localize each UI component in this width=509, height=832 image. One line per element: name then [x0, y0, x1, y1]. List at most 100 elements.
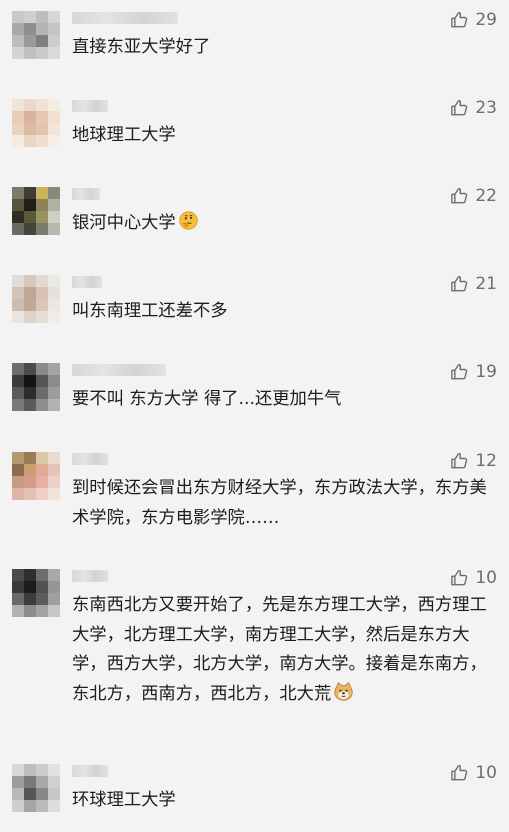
avatar-pixel — [12, 11, 24, 23]
avatar-pixel — [48, 363, 60, 375]
comment-text: 银河中心大学 — [72, 209, 488, 239]
avatar-pixel — [36, 464, 48, 476]
avatar-pixel — [36, 187, 48, 199]
username-blurred[interactable] — [72, 364, 166, 376]
avatar-pixel — [48, 35, 60, 47]
avatar-pixel — [48, 135, 60, 147]
avatar-pixel — [24, 211, 36, 223]
like-count: 10 — [475, 763, 497, 783]
avatar-pixel — [36, 47, 48, 59]
avatar[interactable] — [12, 99, 60, 147]
avatar-pixel — [48, 223, 60, 235]
avatar-pixel — [12, 569, 24, 581]
like-button[interactable]: 29 — [449, 8, 497, 32]
like-button[interactable]: 22 — [449, 184, 497, 208]
comment-text-content: 环球理工大学 — [72, 790, 176, 810]
like-button[interactable]: 21 — [449, 272, 497, 296]
comment-text: 要不叫 东方大学 得了...还更加牛气 — [72, 385, 488, 415]
comment-item[interactable]: 23 地球理工大学 — [0, 96, 509, 178]
comment-text-content: 地球理工大学 — [72, 125, 176, 145]
comment-item[interactable]: 12 到时候还会冒出东方财经大学，东方政法大学，东方美术学院，东方电影学院…… — [0, 449, 509, 549]
comment-item[interactable]: 29 直接东亚大学好了 — [0, 8, 509, 90]
like-button[interactable]: 10 — [449, 761, 497, 785]
comment-item[interactable]: 22 银河中心大学 — [0, 184, 509, 266]
avatar-pixel — [36, 123, 48, 135]
avatar-pixel — [12, 387, 24, 399]
avatar-pixel — [36, 399, 48, 411]
thumbs-up-icon — [449, 763, 475, 783]
username-blurred[interactable] — [72, 570, 108, 582]
thumbs-up-icon — [449, 568, 475, 588]
avatar[interactable] — [12, 275, 60, 323]
avatar-pixel — [12, 800, 24, 812]
comment-text: 直接东亚大学好了 — [72, 33, 488, 63]
thumbs-up-icon — [449, 186, 475, 206]
comment-text: 地球理工大学 — [72, 121, 488, 151]
avatar-pixel — [36, 375, 48, 387]
avatar-pixel — [36, 135, 48, 147]
avatar-pixel — [24, 299, 36, 311]
comment-item[interactable]: 21 叫东南理工还差不多 — [0, 272, 509, 354]
avatar[interactable] — [12, 363, 60, 411]
avatar-pixel — [36, 223, 48, 235]
avatar-pixel — [24, 387, 36, 399]
like-button[interactable]: 12 — [449, 449, 497, 473]
username-blurred[interactable] — [72, 765, 108, 777]
avatar-pixel — [36, 99, 48, 111]
avatar[interactable] — [12, 11, 60, 59]
avatar-pixel — [12, 211, 24, 223]
username-blurred[interactable] — [72, 188, 100, 200]
username-blurred[interactable] — [72, 276, 102, 288]
avatar-pixel — [36, 387, 48, 399]
avatar-pixel — [12, 464, 24, 476]
avatar-pixel — [36, 275, 48, 287]
avatar-pixel — [24, 287, 36, 299]
comment-item[interactable]: 10 东南西北方又要开始了，先是东方理工大学，西方理工大学，北方理工大学，南方理工… — [0, 566, 509, 736]
avatar-pixel — [48, 788, 60, 800]
avatar-pixel — [48, 23, 60, 35]
comment-text: 环球理工大学 — [72, 786, 488, 816]
avatar-pixel — [36, 211, 48, 223]
avatar-pixel — [12, 593, 24, 605]
avatar-pixel — [36, 11, 48, 23]
like-count: 23 — [475, 98, 497, 118]
avatar-pixel — [48, 776, 60, 788]
avatar-pixel — [48, 476, 60, 488]
avatar-pixel — [24, 776, 36, 788]
avatar-pixel — [24, 399, 36, 411]
comment-item[interactable]: 10 环球理工大学 — [0, 761, 509, 812]
avatar[interactable] — [12, 569, 60, 617]
avatar-pixel — [12, 776, 24, 788]
avatar-pixel — [12, 47, 24, 59]
avatar-pixel — [48, 111, 60, 123]
avatar-pixel — [48, 399, 60, 411]
avatar-pixel — [24, 199, 36, 211]
avatar-pixel — [24, 23, 36, 35]
like-button[interactable]: 23 — [449, 96, 497, 120]
avatar-pixel — [36, 287, 48, 299]
thumbs-up-icon — [449, 10, 475, 30]
avatar-pixel — [12, 311, 24, 323]
avatar[interactable] — [12, 187, 60, 235]
comment-text-content: 银河中心大学 — [72, 213, 176, 233]
avatar-pixel — [12, 399, 24, 411]
like-count: 12 — [475, 451, 497, 471]
avatar-pixel — [12, 275, 24, 287]
avatar-pixel — [12, 199, 24, 211]
comment-text-content: 叫东南理工还差不多 — [72, 301, 228, 321]
avatar-pixel — [36, 800, 48, 812]
like-button[interactable]: 10 — [449, 566, 497, 590]
avatar[interactable] — [12, 764, 60, 812]
comment-item[interactable]: 19 要不叫 东方大学 得了...还更加牛气 — [0, 360, 509, 442]
avatar-pixel — [12, 788, 24, 800]
avatar-pixel — [36, 581, 48, 593]
avatar-pixel — [48, 211, 60, 223]
avatar-pixel — [24, 135, 36, 147]
like-count: 19 — [475, 362, 497, 382]
username-blurred[interactable] — [72, 100, 108, 112]
avatar-pixel — [12, 287, 24, 299]
username-blurred[interactable] — [72, 12, 178, 24]
avatar[interactable] — [12, 452, 60, 500]
username-blurred[interactable] — [72, 453, 108, 465]
like-button[interactable]: 19 — [449, 360, 497, 384]
